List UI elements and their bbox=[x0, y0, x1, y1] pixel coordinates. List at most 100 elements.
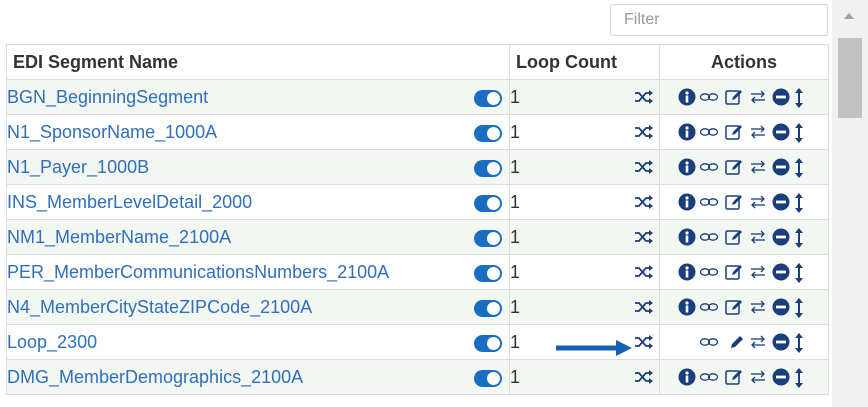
vertical-scrollbar[interactable] bbox=[832, 0, 868, 407]
segment-name-link[interactable]: N1_SponsorName_1000A bbox=[7, 122, 217, 142]
vertical-arrows-icon[interactable] bbox=[794, 368, 804, 388]
minus-circle-icon[interactable] bbox=[772, 123, 790, 141]
enabled-toggle[interactable] bbox=[474, 160, 502, 177]
actions-cell bbox=[659, 359, 829, 395]
segment-name-cell: N4_MemberCityStateZIPCode_2100A bbox=[6, 289, 510, 325]
infinity-link-icon[interactable] bbox=[699, 263, 719, 281]
swap-icon[interactable] bbox=[748, 263, 768, 281]
edit-icon[interactable] bbox=[724, 298, 744, 316]
table-row: NM1_MemberName_2100A 1 bbox=[6, 219, 829, 255]
minus-circle-icon[interactable] bbox=[772, 333, 790, 351]
minus-circle-icon[interactable] bbox=[772, 158, 790, 176]
segment-name-link[interactable]: N4_MemberCityStateZIPCode_2100A bbox=[7, 297, 312, 317]
minus-circle-icon[interactable] bbox=[772, 228, 790, 246]
info-icon[interactable] bbox=[678, 123, 696, 141]
enabled-toggle[interactable] bbox=[474, 335, 502, 352]
edit-icon[interactable] bbox=[724, 123, 744, 141]
info-icon[interactable] bbox=[678, 298, 696, 316]
minus-circle-icon[interactable] bbox=[772, 298, 790, 316]
info-icon[interactable] bbox=[678, 368, 696, 386]
edit-icon[interactable] bbox=[724, 263, 744, 281]
loop-count-cell: 1 bbox=[509, 219, 660, 255]
info-icon[interactable] bbox=[678, 193, 696, 211]
minus-circle-icon[interactable] bbox=[772, 88, 790, 106]
segment-name-cell: DMG_MemberDemographics_2100A bbox=[6, 359, 510, 395]
infinity-link-icon[interactable] bbox=[699, 88, 719, 106]
segment-name-link[interactable]: BGN_BeginningSegment bbox=[7, 87, 208, 107]
edit-icon[interactable] bbox=[724, 158, 744, 176]
shuffle-icon[interactable] bbox=[634, 298, 654, 316]
table-row: DMG_MemberDemographics_2100A 1 bbox=[6, 359, 829, 395]
infinity-link-icon[interactable] bbox=[699, 333, 719, 351]
swap-icon[interactable] bbox=[748, 228, 768, 246]
swap-icon[interactable] bbox=[748, 368, 768, 386]
shuffle-icon[interactable] bbox=[634, 263, 654, 281]
swap-icon[interactable] bbox=[748, 333, 768, 351]
edit-icon[interactable] bbox=[724, 193, 744, 211]
minus-circle-icon[interactable] bbox=[772, 368, 790, 386]
vertical-arrows-icon[interactable] bbox=[794, 158, 804, 178]
segment-name-link[interactable]: Loop_2300 bbox=[7, 332, 97, 352]
edit-icon[interactable] bbox=[724, 88, 744, 106]
segment-name-link[interactable]: DMG_MemberDemographics_2100A bbox=[7, 367, 303, 387]
edit-icon[interactable] bbox=[724, 368, 744, 386]
table-row: INS_MemberLevelDetail_2000 1 bbox=[6, 184, 829, 220]
info-icon[interactable] bbox=[678, 88, 696, 106]
loop-count-value: 1 bbox=[510, 121, 521, 142]
swap-icon[interactable] bbox=[748, 298, 768, 316]
minus-circle-icon[interactable] bbox=[772, 263, 790, 281]
toggle-knob bbox=[487, 92, 500, 105]
enabled-toggle[interactable] bbox=[474, 230, 502, 247]
enabled-toggle[interactable] bbox=[474, 195, 502, 212]
vertical-arrows-icon[interactable] bbox=[794, 123, 804, 143]
scroll-thumb[interactable] bbox=[838, 38, 862, 118]
segment-name-cell: N1_Payer_1000B bbox=[6, 149, 510, 185]
toggle-knob bbox=[487, 302, 500, 315]
vertical-arrows-icon[interactable] bbox=[794, 193, 804, 213]
enabled-toggle[interactable] bbox=[474, 125, 502, 142]
enabled-toggle[interactable] bbox=[474, 90, 502, 107]
swap-icon[interactable] bbox=[748, 123, 768, 141]
scroll-up-arrow-icon[interactable] bbox=[844, 13, 854, 19]
infinity-link-icon[interactable] bbox=[699, 228, 719, 246]
shuffle-icon[interactable] bbox=[634, 228, 654, 246]
swap-icon[interactable] bbox=[748, 88, 768, 106]
enabled-toggle[interactable] bbox=[474, 265, 502, 282]
info-icon[interactable] bbox=[678, 263, 696, 281]
info-icon[interactable] bbox=[678, 158, 696, 176]
minus-circle-icon[interactable] bbox=[772, 193, 790, 211]
segment-name-link[interactable]: INS_MemberLevelDetail_2000 bbox=[7, 192, 252, 212]
shuffle-icon[interactable] bbox=[634, 193, 654, 211]
shuffle-icon[interactable] bbox=[634, 333, 654, 351]
vertical-arrows-icon[interactable] bbox=[794, 88, 804, 108]
infinity-link-icon[interactable] bbox=[699, 368, 719, 386]
infinity-link-icon[interactable] bbox=[699, 193, 719, 211]
shuffle-icon[interactable] bbox=[634, 368, 654, 386]
infinity-link-icon[interactable] bbox=[699, 298, 719, 316]
enabled-toggle[interactable] bbox=[474, 300, 502, 317]
filter-input[interactable] bbox=[610, 4, 828, 36]
swap-icon[interactable] bbox=[748, 193, 768, 211]
vertical-arrows-icon[interactable] bbox=[794, 333, 804, 353]
actions-cell bbox=[659, 149, 829, 185]
toggle-knob bbox=[487, 337, 500, 350]
shuffle-icon[interactable] bbox=[634, 158, 654, 176]
table-row: Loop_2300 1 bbox=[6, 324, 829, 360]
segment-name-link[interactable]: N1_Payer_1000B bbox=[7, 157, 149, 177]
edit-pencil-icon[interactable] bbox=[728, 333, 746, 351]
segment-name-link[interactable]: PER_MemberCommunicationsNumbers_2100A bbox=[7, 262, 389, 282]
swap-icon[interactable] bbox=[748, 158, 768, 176]
loop-count-value: 1 bbox=[510, 366, 521, 387]
infinity-link-icon[interactable] bbox=[699, 158, 719, 176]
actions-cell bbox=[659, 79, 829, 115]
shuffle-icon[interactable] bbox=[634, 123, 654, 141]
shuffle-icon[interactable] bbox=[634, 88, 654, 106]
enabled-toggle[interactable] bbox=[474, 370, 502, 387]
vertical-arrows-icon[interactable] bbox=[794, 263, 804, 283]
info-icon[interactable] bbox=[678, 228, 696, 246]
vertical-arrows-icon[interactable] bbox=[794, 298, 804, 318]
segment-name-link[interactable]: NM1_MemberName_2100A bbox=[7, 227, 231, 247]
infinity-link-icon[interactable] bbox=[699, 123, 719, 141]
vertical-arrows-icon[interactable] bbox=[794, 228, 804, 248]
edit-icon[interactable] bbox=[724, 228, 744, 246]
